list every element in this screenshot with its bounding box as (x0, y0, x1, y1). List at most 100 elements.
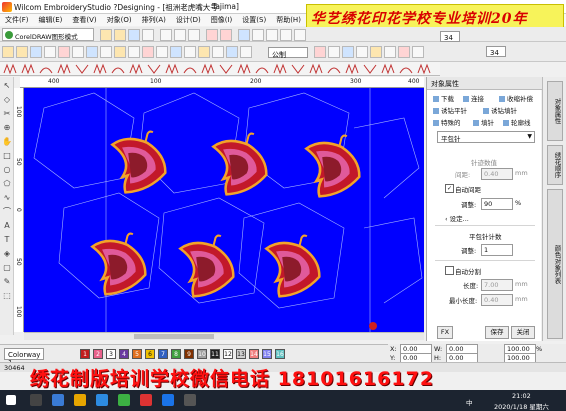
color-swatch[interactable]: 15 (262, 349, 272, 359)
color-swatch[interactable]: 13 (236, 349, 246, 359)
rotate-icon[interactable] (384, 46, 396, 58)
menu-arrange[interactable]: 排列(A) (137, 14, 171, 26)
tab-object-properties[interactable]: 对象属性 (547, 81, 563, 141)
stitch-tool-7-icon[interactable] (86, 46, 98, 58)
min-length-input[interactable]: 0.40 (481, 294, 513, 306)
new-file-icon[interactable] (100, 29, 112, 41)
color-swatch[interactable]: 4 (119, 349, 129, 359)
group-icon[interactable] (342, 46, 354, 58)
paste-icon[interactable] (188, 29, 200, 41)
stitch-tool-1-icon[interactable] (2, 46, 14, 58)
color-swatch[interactable]: 2 (93, 349, 103, 359)
measure-icon[interactable] (266, 29, 278, 41)
text-icon[interactable]: A (2, 221, 12, 231)
color-swatch[interactable]: 3 (106, 349, 116, 359)
tab-underlay-fill[interactable]: 诱钻填针 (483, 105, 517, 115)
menu-settings[interactable]: 设置(S) (237, 14, 271, 26)
freehand-icon[interactable]: ∿ (2, 193, 12, 203)
grid-icon[interactable] (252, 29, 264, 41)
auto-split-checkbox[interactable] (445, 266, 454, 275)
print-icon[interactable] (142, 29, 154, 41)
save-icon[interactable] (128, 29, 140, 41)
pointer-icon[interactable]: ↖ (2, 81, 12, 91)
undo-icon[interactable] (206, 29, 218, 41)
clock-date[interactable]: 2020/1/18 星期六 (494, 401, 549, 411)
auto-spacing-checkbox[interactable]: ✓ (445, 184, 454, 193)
design-canvas[interactable] (24, 88, 424, 332)
ungroup-icon[interactable] (356, 46, 368, 58)
bezier-icon[interactable]: ⌒ (2, 207, 12, 217)
tab-compensation[interactable]: 收缩补偿 (499, 93, 533, 103)
distribute-icon[interactable] (328, 46, 340, 58)
polygon-icon[interactable]: ⬠ (2, 179, 12, 189)
clock-time[interactable]: 21:02 (512, 392, 531, 400)
app-icon-gray[interactable] (184, 394, 196, 406)
color-swatch[interactable]: 12 (223, 349, 233, 359)
colorway-dropdown[interactable]: Colorway 1 (4, 348, 44, 367)
stitch-tool-13-icon[interactable] (170, 46, 182, 58)
edge-icon[interactable] (96, 394, 108, 406)
reshape-icon[interactable]: ◇ (2, 95, 12, 105)
fill-icon[interactable]: ◈ (2, 249, 12, 259)
mirror-icon[interactable] (370, 46, 382, 58)
fx-button[interactable]: FX (437, 326, 453, 339)
stitch-tool-6-icon[interactable] (72, 46, 84, 58)
stitch-tool-3-icon[interactable] (30, 46, 42, 58)
stitch-type-dropdown[interactable]: 平包针 ▼ (437, 131, 535, 143)
color-swatch[interactable]: 6 (145, 349, 155, 359)
stitch-tool-8-icon[interactable] (100, 46, 112, 58)
eyedropper-icon[interactable]: ✎ (2, 277, 12, 287)
color-swatch[interactable]: 16 (275, 349, 285, 359)
color-swatch[interactable]: 14 (249, 349, 259, 359)
scale-icon[interactable] (398, 46, 410, 58)
save-button[interactable]: 保存 (485, 326, 509, 339)
search-icon[interactable] (30, 394, 42, 406)
zoom-tool-icon[interactable]: ⊕ (2, 123, 12, 133)
length-input[interactable]: 7.00 (481, 279, 513, 291)
color-swatch[interactable]: 5 (132, 349, 142, 359)
stitch-tool-17-icon[interactable] (226, 46, 238, 58)
interactive-icon[interactable]: ⬚ (2, 291, 12, 301)
adjust2-input[interactable]: 1 (481, 244, 513, 256)
color-swatch[interactable]: 10 (197, 349, 207, 359)
tab-sequence[interactable]: 绣花顺序 (547, 145, 563, 185)
knife-icon[interactable]: ✂ (2, 109, 12, 119)
stitch-tool-16-icon[interactable] (212, 46, 224, 58)
adjust-input[interactable]: 90 (481, 198, 513, 210)
app-icon-green[interactable] (118, 394, 130, 406)
menu-edit[interactable]: 编辑(E) (34, 14, 68, 26)
stitch-tool-11-icon[interactable] (142, 46, 154, 58)
show-icon[interactable] (280, 29, 292, 41)
ellipse-icon[interactable]: ○ (2, 165, 12, 175)
color-swatch[interactable]: 1 (80, 349, 90, 359)
windows-start-icon[interactable] (6, 395, 16, 405)
stitch-types-strip[interactable] (0, 62, 440, 76)
lettering-icon[interactable]: T (2, 235, 12, 245)
color-swatch[interactable]: 11 (210, 349, 220, 359)
color-swatch[interactable]: 7 (158, 349, 168, 359)
menu-object[interactable]: 对象(O) (102, 14, 137, 26)
horizontal-scrollbar[interactable] (24, 332, 424, 340)
open-file-icon[interactable] (114, 29, 126, 41)
tab-color-object-list[interactable]: 颜色对象列表 (547, 189, 563, 339)
color-swatch[interactable]: 8 (171, 349, 181, 359)
coreldraw-mode-tab[interactable]: CorelDRAW图形模式 (2, 28, 94, 41)
pan-icon[interactable]: ✋ (2, 137, 12, 147)
stitch-tool-2-icon[interactable] (16, 46, 28, 58)
tab-connect[interactable]: 连接 (463, 93, 484, 103)
photoshop-icon[interactable] (162, 394, 174, 406)
size-field-1[interactable]: 34 (440, 31, 460, 42)
menu-help[interactable]: 帮助(H) (271, 14, 306, 26)
stitch-tool-12-icon[interactable] (156, 46, 168, 58)
zoom-icon[interactable] (238, 29, 250, 41)
tab-special[interactable]: 特殊的 (433, 117, 461, 127)
tab-outline[interactable]: 轮廓线 (503, 117, 531, 127)
stitch-tool-14-icon[interactable] (184, 46, 196, 58)
copy-icon[interactable] (174, 29, 186, 41)
rectangle-icon[interactable]: □ (2, 151, 12, 161)
outline-icon[interactable]: ▢ (2, 263, 12, 273)
spacing-input[interactable]: 0.40 (481, 168, 513, 180)
color-swatch[interactable]: 9 (184, 349, 194, 359)
stitch-tool-5-icon[interactable] (58, 46, 70, 58)
stitch-tool-4-icon[interactable] (44, 46, 56, 58)
